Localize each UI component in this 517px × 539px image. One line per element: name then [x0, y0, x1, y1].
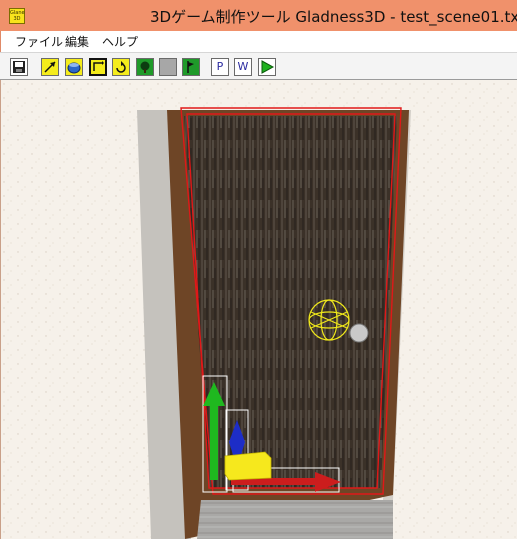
play-button[interactable]: [258, 58, 276, 76]
door-knob: [349, 323, 369, 343]
select-tool-button[interactable]: [41, 58, 59, 76]
scene-viewport[interactable]: [0, 80, 517, 539]
select-arrow-icon: [42, 59, 58, 75]
menu-file[interactable]: ファイル: [15, 33, 63, 50]
tree-tool-button[interactable]: [136, 58, 154, 76]
move-tool-button[interactable]: [89, 58, 107, 76]
rotate-tool-button[interactable]: [112, 58, 130, 76]
window-title: 3Dゲーム制作ツール Gladness3D - test_scene01.txt: [150, 8, 517, 26]
app-icon-text: Glane 3D: [10, 10, 25, 22]
tree-icon: [137, 59, 153, 75]
y-axis-arrow[interactable]: [210, 404, 218, 480]
floor: [197, 500, 393, 539]
flag-tool-button[interactable]: [182, 58, 200, 76]
play-icon: [261, 60, 275, 74]
rotate-icon: [113, 59, 129, 75]
center-handle[interactable]: [224, 451, 272, 481]
menu-bar: ファイル 編集 ヘルプ: [0, 31, 517, 52]
p-button[interactable]: P: [211, 58, 229, 76]
app-window: Glane 3D 3Dゲーム制作ツール Gladness3D - test_sc…: [0, 0, 517, 539]
toolbar: P W: [0, 52, 517, 80]
object-tool-button[interactable]: [65, 58, 83, 76]
save-icon: [13, 61, 25, 73]
scene-canvas[interactable]: [1, 80, 517, 539]
move-icon: [91, 60, 105, 74]
app-icon: Glane 3D: [9, 8, 25, 24]
blank-icon: [160, 59, 176, 75]
menu-help[interactable]: ヘルプ: [102, 33, 138, 50]
title-bar: Glane 3D 3Dゲーム制作ツール Gladness3D - test_sc…: [0, 0, 517, 31]
object-cube-icon: [66, 59, 82, 75]
save-button[interactable]: [10, 58, 28, 76]
blank-tool-button[interactable]: [159, 58, 177, 76]
flag-icon: [183, 59, 199, 75]
menu-edit[interactable]: 編集: [65, 33, 89, 50]
w-button[interactable]: W: [234, 58, 252, 76]
